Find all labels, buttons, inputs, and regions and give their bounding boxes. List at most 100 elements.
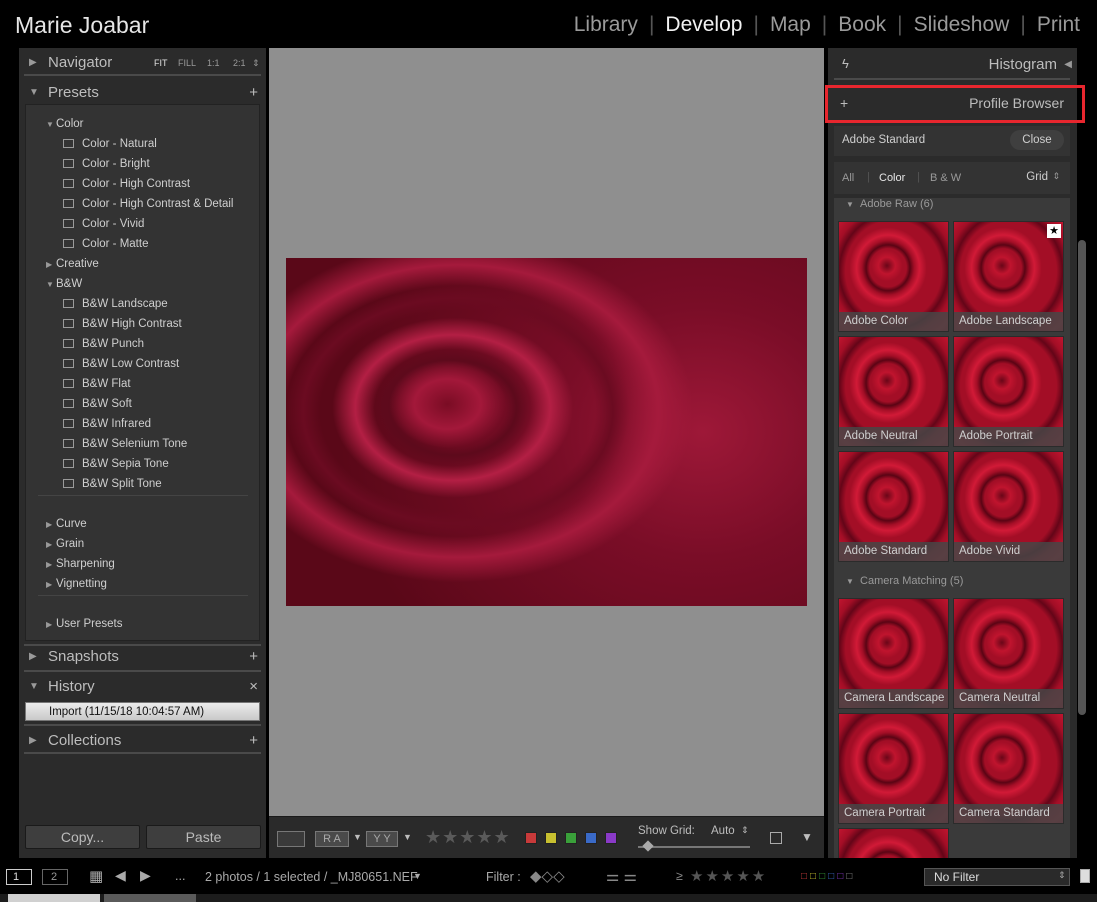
preset-item[interactable]: B&W Flat: [26, 374, 259, 394]
filter-lock-icon[interactable]: [1080, 869, 1090, 883]
module-develop[interactable]: Develop: [665, 13, 742, 37]
profile-thumb[interactable]: Adobe Color: [838, 221, 949, 332]
rating-comparator[interactable]: ≥: [676, 869, 683, 883]
paste-button[interactable]: Paste: [146, 825, 261, 849]
toolbar-menu-icon[interactable]: ▼: [801, 830, 813, 844]
clear-history-icon[interactable]: ×: [249, 678, 258, 695]
module-library[interactable]: Library: [574, 13, 638, 37]
preset-folder[interactable]: ▶ Vignetting: [26, 574, 259, 594]
zoom-1-1[interactable]: 1:1: [207, 58, 220, 68]
dropdown-arrow-icon[interactable]: ▼: [403, 832, 412, 842]
edit-filter-icons[interactable]: ⚌ ⚌: [606, 867, 637, 885]
color-label-red[interactable]: [525, 832, 537, 844]
preset-item[interactable]: B&W Low Contrast: [26, 354, 259, 374]
image-view[interactable]: [269, 48, 824, 816]
rating-filter-stars[interactable]: ★★★★★: [690, 867, 767, 885]
window-1-button[interactable]: 1: [6, 869, 32, 885]
profile-thumb[interactable]: Camera Landscape: [838, 598, 949, 709]
color-label-yellow[interactable]: [545, 832, 557, 844]
preset-folder[interactable]: ▶ Grain: [26, 534, 259, 554]
source-ellipsis[interactable]: ...: [175, 869, 185, 883]
profile-thumb[interactable]: ★ Adobe Landscape: [953, 221, 1064, 332]
filter-preset-select[interactable]: No Filter: [924, 868, 1070, 886]
module-book[interactable]: Book: [838, 13, 886, 37]
preset-item[interactable]: B&W Sepia Tone: [26, 454, 259, 474]
color-label-blue[interactable]: [585, 832, 597, 844]
preset-item[interactable]: Color - Vivid: [26, 214, 259, 234]
module-slideshow[interactable]: Slideshow: [914, 13, 1010, 37]
copy-button[interactable]: Copy...: [25, 825, 140, 849]
filter-color[interactable]: Color: [879, 172, 905, 184]
preset-item[interactable]: B&W High Contrast: [26, 314, 259, 334]
group-header-camera-matching[interactable]: ▼ Camera Matching (5): [846, 575, 963, 587]
add-snapshot-icon[interactable]: +: [249, 648, 258, 665]
profile-thumb[interactable]: Adobe Neutral: [838, 336, 949, 447]
zoom-stepper-icon[interactable]: ⇕: [252, 58, 260, 69]
show-grid-value[interactable]: Auto: [711, 825, 735, 837]
flag-filter-icons[interactable]: ◆◇◇: [530, 867, 565, 885]
profile-scrollbar[interactable]: [1078, 240, 1086, 715]
color-label-green[interactable]: [565, 832, 577, 844]
grid-view-icon[interactable]: ▦: [89, 867, 103, 885]
forward-arrow-icon[interactable]: ▶: [140, 867, 151, 884]
preset-item[interactable]: Color - Bright: [26, 154, 259, 174]
color-filter-swatches[interactable]: □□□□□□: [801, 871, 855, 882]
navigator-header[interactable]: ▶ Navigator FIT FILL 1:1 2:1 ⇕: [19, 50, 266, 76]
profile-thumb[interactable]: Adobe Vivid: [953, 451, 1064, 562]
stepper-icon[interactable]: ⇕: [1052, 171, 1060, 182]
preset-item[interactable]: Color - High Contrast & Detail: [26, 194, 259, 214]
filmstrip-thumb-selected[interactable]: [8, 894, 100, 902]
preset-item[interactable]: Color - Natural: [26, 134, 259, 154]
profile-thumb[interactable]: [838, 828, 949, 858]
preset-folder[interactable]: ▶ User Presets: [26, 614, 259, 634]
profile-thumb[interactable]: Adobe Portrait: [953, 336, 1064, 447]
preset-folder[interactable]: ▶ Curve: [26, 514, 259, 534]
filter-bw[interactable]: B & W: [930, 172, 961, 184]
preset-item[interactable]: B&W Landscape: [26, 294, 259, 314]
grid-slider-track[interactable]: [638, 846, 750, 848]
profile-thumb[interactable]: Adobe Standard: [838, 451, 949, 562]
collections-header[interactable]: ▶ Collections +: [19, 728, 266, 754]
grid-slider-thumb[interactable]: [642, 840, 654, 852]
preset-item[interactable]: Color - Matte: [26, 234, 259, 254]
stepper-icon[interactable]: ⇕: [741, 825, 749, 836]
preset-item[interactable]: B&W Punch: [26, 334, 259, 354]
profile-thumb[interactable]: Camera Neutral: [953, 598, 1064, 709]
window-2-button[interactable]: 2: [42, 869, 68, 885]
before-after-button[interactable]: R A: [315, 831, 349, 847]
filmstrip-thumb[interactable]: [104, 894, 196, 902]
module-map[interactable]: Map: [770, 13, 811, 37]
rating-stars[interactable]: ★★★★★: [425, 827, 511, 848]
history-item[interactable]: Import (11/15/18 10:04:57 AM): [25, 702, 260, 721]
zoom-fit[interactable]: FIT: [154, 58, 168, 68]
preset-item[interactable]: B&W Infrared: [26, 414, 259, 434]
stepper-icon[interactable]: ⇕: [1058, 870, 1066, 881]
favorite-star-icon[interactable]: ★: [1047, 224, 1061, 238]
preset-folder[interactable]: ▼ Color: [26, 114, 259, 134]
close-button[interactable]: Close: [1010, 130, 1064, 150]
selection-info[interactable]: 2 photos / 1 selected / _MJ80651.NEF: [205, 870, 418, 884]
history-header[interactable]: ▼ History ×: [19, 674, 266, 700]
profile-thumb[interactable]: Camera Standard: [953, 713, 1064, 824]
dropdown-arrow-icon[interactable]: ▼: [413, 871, 422, 881]
dropdown-arrow-icon[interactable]: ▼: [353, 832, 362, 842]
histogram-header[interactable]: ϟ Histogram ◀: [834, 52, 1078, 78]
color-label-purple[interactable]: [605, 832, 617, 844]
zoom-fill[interactable]: FILL: [178, 58, 196, 68]
back-arrow-icon[interactable]: ◀: [115, 867, 126, 884]
profile-thumb[interactable]: Camera Portrait: [838, 713, 949, 824]
preset-item[interactable]: B&W Selenium Tone: [26, 434, 259, 454]
zoom-2-1[interactable]: 2:1: [233, 58, 246, 68]
rose-photo[interactable]: [286, 258, 807, 606]
preset-folder[interactable]: ▶ Creative: [26, 254, 259, 274]
preset-folder[interactable]: ▼ B&W: [26, 274, 259, 294]
module-print[interactable]: Print: [1037, 13, 1080, 37]
add-collection-icon[interactable]: +: [249, 732, 258, 749]
preset-folder[interactable]: ▶ Sharpening: [26, 554, 259, 574]
filter-all[interactable]: All: [842, 172, 854, 184]
preset-item[interactable]: B&W Soft: [26, 394, 259, 414]
snapshots-header[interactable]: ▶ Snapshots +: [19, 644, 266, 670]
view-mode-select[interactable]: Grid: [1026, 171, 1048, 183]
preset-item[interactable]: Color - High Contrast: [26, 174, 259, 194]
loupe-view-button[interactable]: [277, 831, 305, 847]
